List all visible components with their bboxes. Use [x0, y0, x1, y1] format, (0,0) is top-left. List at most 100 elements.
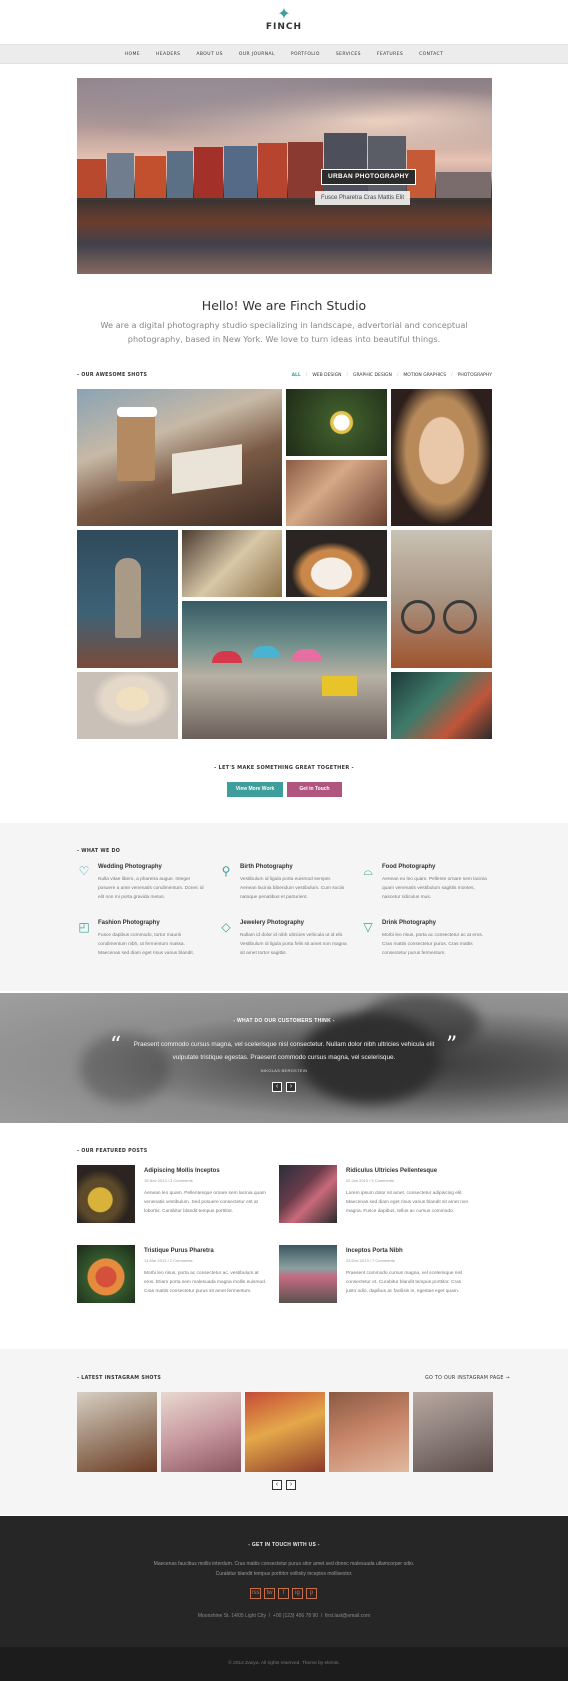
- instagram-prev-button[interactable]: ‹: [272, 1480, 282, 1490]
- gallery-item-waterlily[interactable]: [286, 389, 387, 456]
- instagram-item[interactable]: [413, 1392, 493, 1472]
- posts-label: - OUR FEATURED POSTS: [77, 1149, 148, 1154]
- facebook-icon[interactable]: f: [278, 1588, 289, 1599]
- instagram-icon[interactable]: ig: [292, 1588, 303, 1599]
- nav-item-portfolio[interactable]: PORTFOLIO: [291, 52, 320, 57]
- bird-icon: ✦: [277, 6, 291, 23]
- post-item[interactable]: Ridiculus Ultricies Pellentesque 02 Jan …: [279, 1165, 479, 1225]
- logo[interactable]: ✦ FINCH: [0, 6, 568, 33]
- instagram-item[interactable]: [161, 1392, 241, 1472]
- post-thumbnail[interactable]: [77, 1165, 135, 1223]
- cloche-icon: ⌓: [363, 864, 373, 878]
- post-meta: 23 Dec 2013 / 7 Comments: [346, 1258, 395, 1263]
- gallery-item-woman-cat[interactable]: [77, 530, 178, 668]
- footer-email[interactable]: first.last@email.com: [325, 1613, 370, 1619]
- filter-motion-graphics[interactable]: MOTION GRAPHICS: [403, 373, 446, 378]
- main-nav: HOME HEADERS ABOUT US OUR JOURNAL PORTFO…: [0, 44, 568, 64]
- nav-item-headers[interactable]: HEADERS: [156, 52, 180, 57]
- service-desc: Nulla vitae libero, a pharetra augue. In…: [98, 877, 204, 900]
- footer-address: Moonshine St. 14/05 Light City: [197, 1613, 266, 1619]
- gallery-item-cake[interactable]: [286, 530, 387, 597]
- testimonial-heading: - WHAT DO OUR CUSTOMERS THINK -: [233, 1018, 335, 1024]
- service-desc: Aenean eu leo quam. Pellente ornare sem …: [382, 877, 487, 900]
- hero-subtitle: Fusce Pharetra Cras Mattis Elit: [315, 191, 411, 205]
- nav-item-about[interactable]: ABOUT US: [196, 52, 222, 57]
- testimonial-quote: Praesent commodo cursus magna, vel scele…: [133, 1041, 435, 1061]
- filter-photography[interactable]: PHOTOGRAPHY: [458, 373, 492, 378]
- social-links: rss tw f ig p: [250, 1588, 317, 1599]
- intro-heading: Hello! We are Finch Studio: [201, 298, 367, 313]
- heart-icon: ♡: [78, 864, 90, 878]
- gallery-item-tea[interactable]: [182, 530, 282, 597]
- post-meta: 15 Nov 2013 / 3 Comments: [144, 1178, 193, 1183]
- filter-web-design[interactable]: WEB DESIGN: [312, 373, 341, 378]
- get-in-touch-button[interactable]: Get in Touch: [287, 782, 342, 797]
- instagram-item[interactable]: [77, 1392, 157, 1472]
- filter-all[interactable]: ALL: [292, 373, 301, 378]
- gallery-item-blonde[interactable]: [77, 672, 178, 739]
- instagram-item[interactable]: [245, 1392, 325, 1472]
- footer: [0, 1516, 568, 1647]
- post-thumbnail[interactable]: [77, 1245, 135, 1303]
- nav-item-features[interactable]: FEATURES: [377, 52, 403, 57]
- hero-title: URBAN PHOTOGRAPHY: [321, 169, 417, 185]
- lightbulb-icon: ⚲: [221, 864, 231, 878]
- contact-line: Moonshine St. 14/05 Light City / +00 (12…: [197, 1613, 371, 1619]
- post-title[interactable]: Ridiculus Ultricies Pellentesque: [346, 1168, 437, 1174]
- service-title[interactable]: Birth Photography: [240, 864, 293, 870]
- gallery-item-cafe[interactable]: [391, 672, 492, 739]
- quote-close-icon: ”: [446, 1033, 458, 1058]
- nav-item-home[interactable]: HOME: [125, 52, 140, 57]
- nav-item-contact[interactable]: CONTACT: [419, 52, 443, 57]
- service-title[interactable]: Jewelery Photography: [240, 920, 304, 926]
- cocktail-icon: ▽: [363, 920, 373, 934]
- gallery-item-umbrellas[interactable]: [182, 601, 387, 739]
- portfolio-label: - OUR AWESOME SHOTS: [77, 373, 148, 378]
- footer-phone: +00 (123) 456 78 90: [272, 1613, 319, 1619]
- post-item[interactable]: Adipiscing Mollis Inceptos 15 Nov 2013 /…: [77, 1165, 277, 1225]
- services-label: - WHAT WE DO: [77, 849, 121, 854]
- footer-text: Maecenas faucibus mollis interdum. Cras …: [153, 1561, 415, 1577]
- diamond-icon: ◇: [221, 920, 231, 934]
- nav-item-services[interactable]: SERVICES: [336, 52, 361, 57]
- testimonial-prev-button[interactable]: ‹: [272, 1082, 282, 1092]
- post-title[interactable]: Tristique Purus Pharetra: [144, 1248, 214, 1254]
- post-thumbnail[interactable]: [279, 1165, 337, 1223]
- service-title[interactable]: Fashion Photography: [98, 920, 160, 926]
- post-excerpt: Praesent commodo cursus magna, vel scele…: [346, 1271, 462, 1294]
- copyright: © 2014 Zanya. All rights reserved. Theme…: [228, 1661, 340, 1666]
- post-title[interactable]: Inceptos Porta Nibh: [346, 1248, 403, 1254]
- instagram-label: - LATEST INSTAGRAM SHOTS: [77, 1376, 162, 1381]
- post-meta: 02 Jan 2013 / 5 Comments: [346, 1178, 395, 1183]
- pinterest-icon[interactable]: p: [306, 1588, 317, 1599]
- twitter-icon[interactable]: tw: [264, 1588, 275, 1599]
- testimonial-next-button[interactable]: ›: [286, 1082, 296, 1092]
- instagram-item[interactable]: [329, 1392, 409, 1472]
- cta-heading: - LET'S MAKE SOMETHING GREAT TOGETHER -: [214, 765, 354, 771]
- gallery-item-bunny-girl[interactable]: [391, 389, 492, 526]
- page: ✦ FINCH HOME HEADERS ABOUT US OUR JOURNA…: [0, 0, 568, 1681]
- post-thumbnail[interactable]: [279, 1245, 337, 1303]
- instagram-page-link[interactable]: GO TO OUR INSTAGRAM PAGE →: [425, 1376, 510, 1381]
- footer-heading: - GET IN TOUCH WITH US -: [248, 1542, 320, 1548]
- service-desc: Morbi leo risus, porta ac consectetur ac…: [382, 933, 484, 956]
- post-excerpt: Morbi leo risus, porta ac consectetur ac…: [144, 1271, 267, 1294]
- filter-graphic-design[interactable]: GRAPHIC DESIGN: [353, 373, 392, 378]
- rss-icon[interactable]: rss: [250, 1588, 261, 1599]
- post-title[interactable]: Adipiscing Mollis Inceptos: [144, 1168, 220, 1174]
- gallery-item-coffee[interactable]: [77, 389, 282, 526]
- quote-open-icon: “: [110, 1033, 122, 1058]
- service-title[interactable]: Drink Photography: [382, 920, 436, 926]
- service-desc: Vestibulum id ligula porta euismod sempe…: [240, 877, 345, 900]
- view-more-work-button[interactable]: View More Work: [227, 782, 283, 797]
- instagram-next-button[interactable]: ›: [286, 1480, 296, 1490]
- gallery-item-bicycle[interactable]: [391, 530, 492, 668]
- post-item[interactable]: Tristique Purus Pharetra 14 Mar 2013 / 2…: [77, 1245, 277, 1305]
- service-desc: Nullam id dolor id nibh ultricies vehicu…: [240, 933, 347, 956]
- service-title[interactable]: Food Photography: [382, 864, 435, 870]
- service-title[interactable]: Wedding Photography: [98, 864, 162, 870]
- post-item[interactable]: Inceptos Porta Nibh 23 Dec 2013 / 7 Comm…: [279, 1245, 479, 1305]
- nav-item-journal[interactable]: OUR JOURNAL: [239, 52, 275, 57]
- gallery-item-hand[interactable]: [286, 460, 387, 526]
- hero-slider[interactable]: URBAN PHOTOGRAPHY Fusce Pharetra Cras Ma…: [77, 78, 492, 274]
